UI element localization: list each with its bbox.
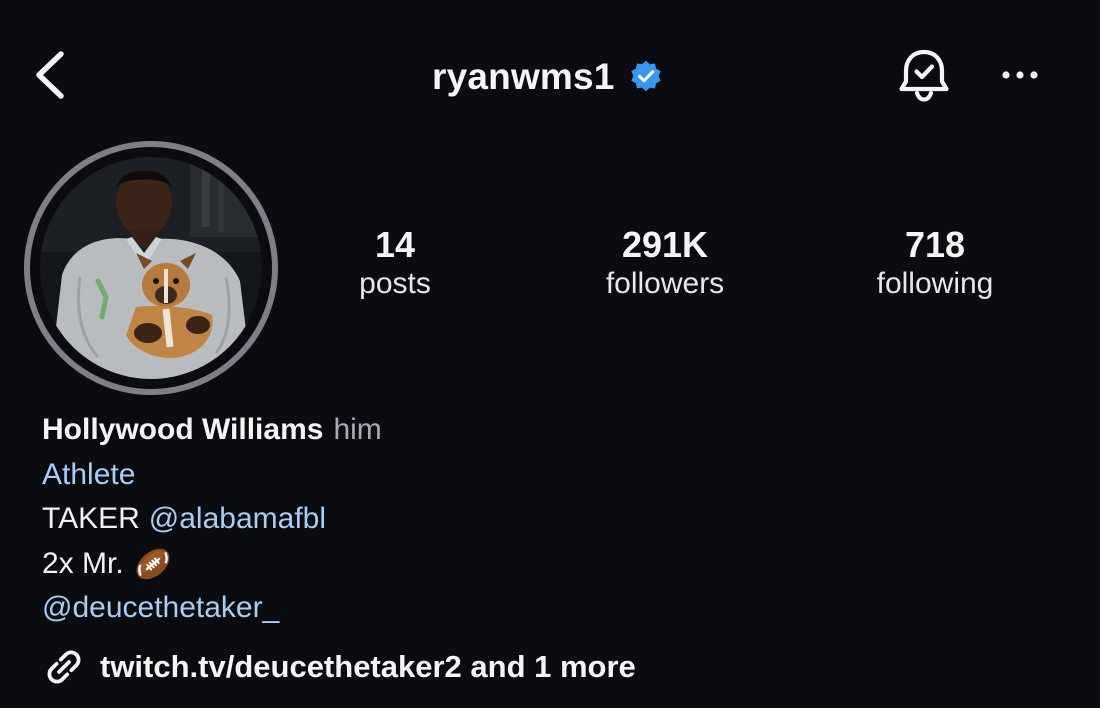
- bell-check-icon: [899, 49, 949, 102]
- posts-value: 14: [374, 224, 416, 265]
- followers-count[interactable]: 291K followers: [575, 224, 755, 301]
- posts-count[interactable]: 14 posts: [320, 224, 470, 301]
- category-label[interactable]: Athlete: [42, 458, 135, 492]
- pronouns: him: [333, 413, 382, 447]
- american-football-icon: [133, 544, 173, 584]
- bio-text-mr: 2x Mr.: [42, 546, 124, 580]
- name-line: Hollywood Williams him: [42, 408, 942, 453]
- profile-photo-illustration: [40, 157, 262, 379]
- username-header: ryanwms1: [432, 52, 663, 100]
- bio-line-taker: TAKER @alabamafbl: [42, 497, 942, 542]
- chevron-left-icon: [36, 51, 64, 99]
- more-options-button[interactable]: [994, 58, 1048, 92]
- followers-label: followers: [605, 267, 725, 301]
- followers-value: 291K: [621, 224, 709, 265]
- display-name: Hollywood Williams: [42, 413, 324, 447]
- more-horizontal-icon: [1002, 71, 1038, 79]
- posts-label: posts: [359, 267, 431, 301]
- mention-deucethetaker-link[interactable]: @deucethetaker_: [42, 591, 279, 625]
- bio-text-taker: TAKER: [42, 502, 140, 536]
- link-icon: [47, 650, 81, 684]
- profile-photo: [40, 157, 262, 379]
- external-links-button[interactable]: twitch.tv/deucethetaker2 and 1 more: [42, 644, 636, 690]
- profile-bio: Hollywood Williams him Athlete TAKER @al…: [42, 408, 942, 631]
- profile-username: ryanwms1: [432, 55, 615, 97]
- following-count[interactable]: 718 following: [845, 224, 1025, 301]
- notifications-button[interactable]: [892, 45, 956, 105]
- back-button[interactable]: [28, 47, 74, 103]
- avatar-ring[interactable]: [24, 141, 278, 395]
- bio-line-mention: @deucethetaker_: [42, 586, 942, 631]
- external-link-text: twitch.tv/deucethetaker2 and 1 more: [100, 649, 636, 684]
- bio-line-mr: 2x Mr.: [42, 542, 942, 587]
- following-label: following: [876, 267, 994, 301]
- category-line: Athlete: [42, 453, 942, 498]
- verified-badge-icon: [630, 60, 661, 92]
- mention-alabamafbl-link[interactable]: @alabamafbl: [149, 502, 326, 536]
- following-value: 718: [904, 224, 966, 265]
- profile-screen: ryanwms1 14 posts 291K followers 718 fol…: [0, 0, 1100, 708]
